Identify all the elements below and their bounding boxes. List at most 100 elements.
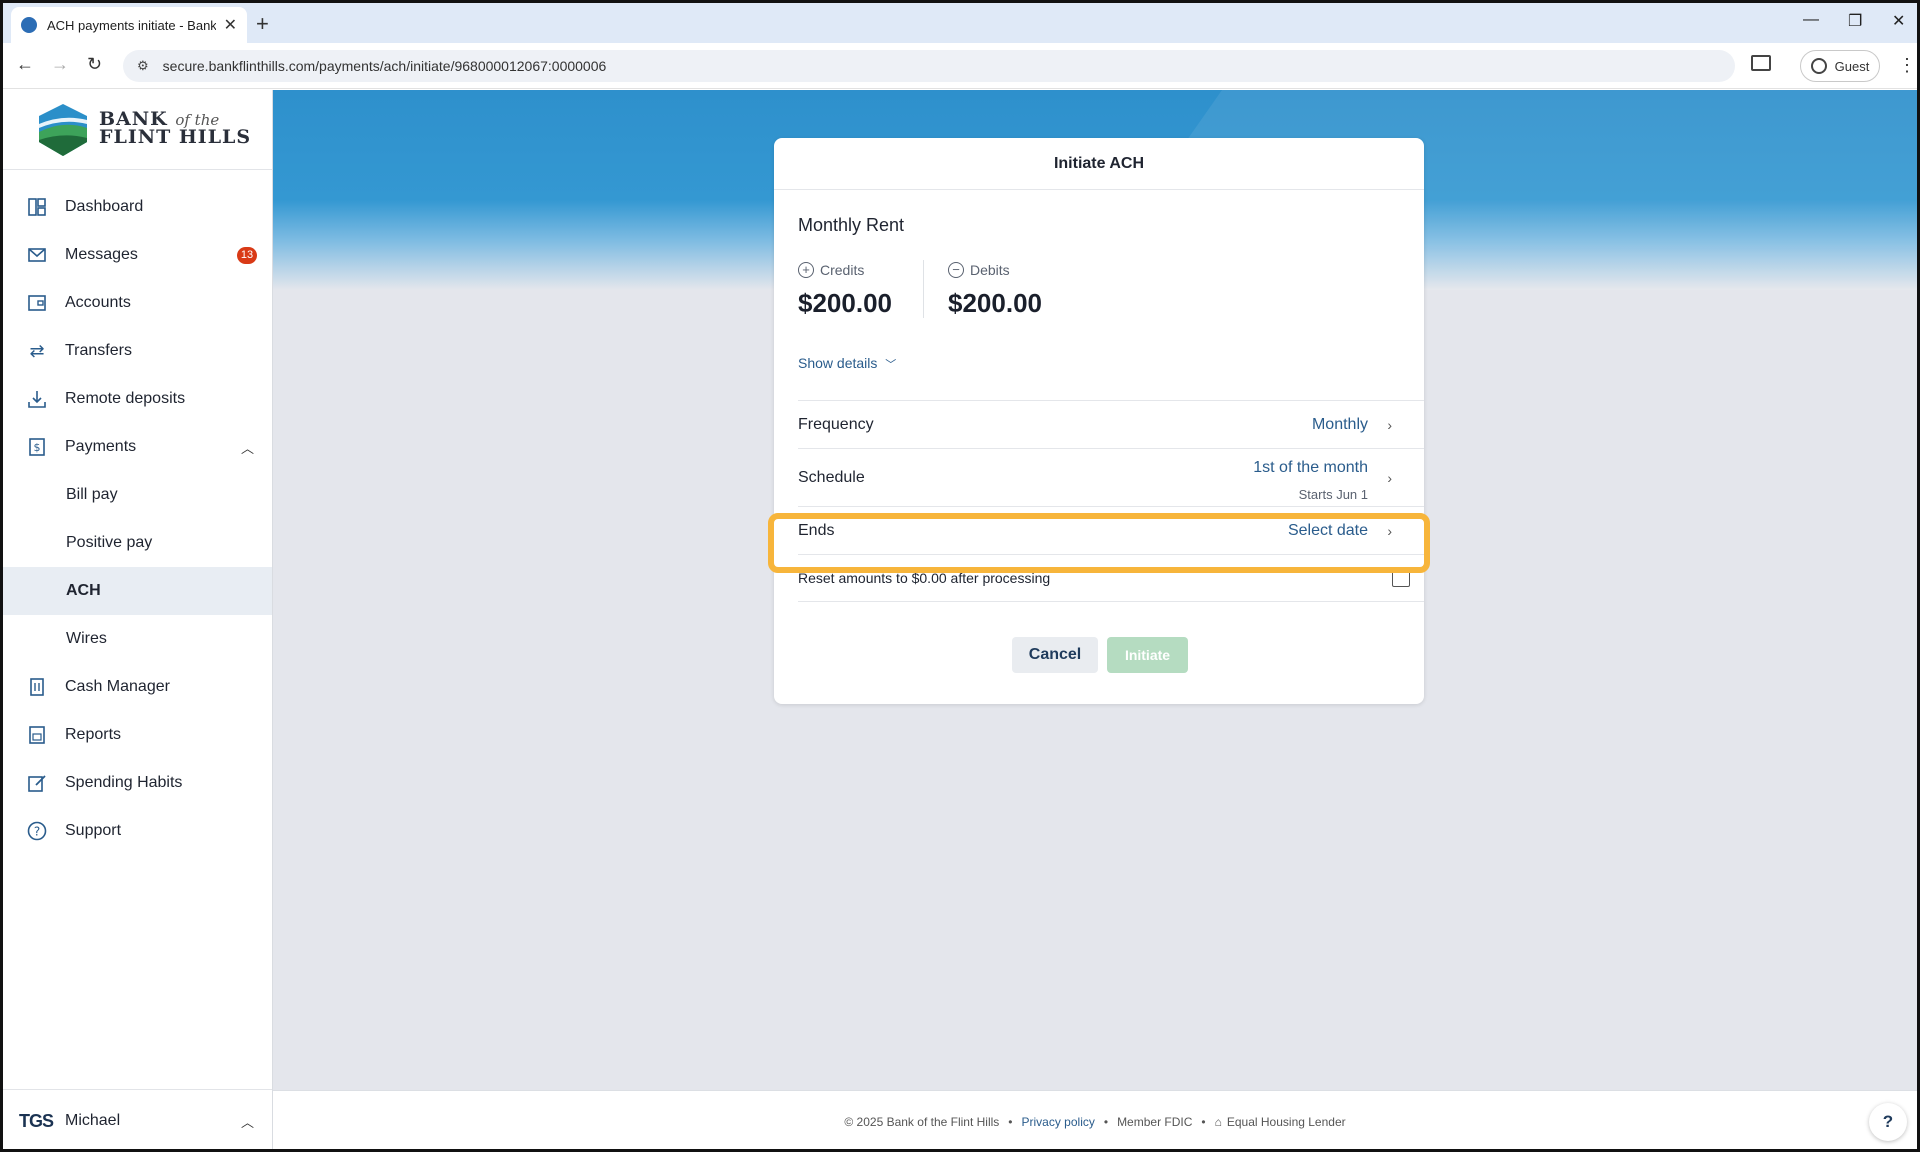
sidebar-item-reports[interactable]: Reports	[3, 711, 272, 759]
sidebar-item-label: Positive pay	[66, 534, 153, 551]
sidebar-item-spending-habits[interactable]: Spending Habits	[3, 759, 272, 807]
forward-icon[interactable]: →	[51, 54, 69, 75]
sidebar-item-label: Transfers	[65, 342, 132, 359]
main-content: Initiate ACH Monthly Rent + Credits $200.…	[273, 90, 1917, 1149]
frequency-label: Frequency	[798, 415, 874, 433]
mail-icon	[27, 245, 47, 265]
sidebar-item-label: Messages	[65, 246, 138, 263]
sidebar-item-label: Accounts	[65, 294, 131, 311]
sidebar-item-label: Cash Manager	[65, 678, 170, 695]
sidebar-item-label: ACH	[66, 582, 101, 599]
equal-housing-text: Equal Housing Lender	[1226, 1114, 1346, 1129]
minus-circle-icon: −	[948, 262, 964, 278]
chevron-up-icon[interactable]: ︿	[241, 438, 254, 457]
schedule-label: Schedule	[798, 468, 865, 486]
address-bar[interactable]: ⚙ secure.bankflinthills.com/payments/ach…	[123, 50, 1735, 82]
download-icon	[27, 389, 47, 409]
ends-row[interactable]: Ends Select date ›	[798, 506, 1424, 554]
frequency-row[interactable]: Frequency Monthly ›	[798, 400, 1424, 448]
browser-toolbar: ← → ↻ ⚙ secure.bankflinthills.com/paymen…	[3, 43, 1917, 89]
copyright-text: © 2025 Bank of the Flint Hills	[844, 1114, 1000, 1129]
help-button[interactable]: ?	[1869, 1103, 1907, 1141]
transfer-icon: ⇄	[29, 340, 45, 361]
user-name: Michael	[65, 1112, 121, 1129]
equal-housing-icon: ⌂	[1214, 1114, 1222, 1129]
initiate-ach-dialog: Initiate ACH Monthly Rent + Credits $200.…	[768, 138, 1430, 704]
unread-count-badge: 13	[237, 246, 257, 264]
dialog-title: Initiate ACH	[774, 138, 1424, 190]
sidebar-item-label: Wires	[66, 630, 107, 647]
cast-icon[interactable]	[1751, 55, 1771, 71]
chevron-right-icon: ›	[1387, 522, 1392, 539]
report-icon	[27, 725, 47, 745]
site-info-icon[interactable]: ⚙	[137, 58, 149, 74]
tab-title: ACH payments initiate - Bank of	[47, 17, 216, 33]
debits-value: $200.00	[948, 288, 1042, 318]
app-root: BANK of the FLINT HILLS Dashboard Messag…	[3, 90, 1917, 1149]
frequency-value: Monthly	[1311, 415, 1368, 433]
sidebar-item-bill-pay[interactable]: Bill pay	[3, 471, 272, 519]
profile-button[interactable]: Guest	[1800, 50, 1880, 82]
sidebar-item-support[interactable]: ? Support	[3, 807, 272, 855]
sidebar-item-cash-manager[interactable]: Cash Manager	[3, 663, 272, 711]
cancel-button[interactable]: Cancel	[1012, 637, 1098, 673]
sidebar-item-accounts[interactable]: Accounts	[3, 279, 272, 327]
sidebar: BANK of the FLINT HILLS Dashboard Messag…	[3, 90, 273, 1149]
building-icon	[27, 677, 47, 697]
wallet-icon	[27, 293, 47, 313]
sidebar-item-transfers[interactable]: ⇄ Transfers	[3, 327, 272, 375]
show-details-link[interactable]: Show details ﹀	[798, 355, 896, 372]
page-footer: © 2025 Bank of the Flint Hills • Privacy…	[273, 1090, 1917, 1149]
user-menu[interactable]: TGS Michael ︿	[3, 1089, 272, 1149]
svg-text:$: $	[34, 441, 41, 454]
profile-label: Guest	[1834, 58, 1870, 74]
reload-icon[interactable]: ↻	[87, 54, 102, 75]
close-window-icon[interactable]: ✕	[1892, 11, 1905, 31]
plus-circle-icon: +	[798, 262, 814, 278]
credits-value: $200.00	[798, 288, 892, 318]
schedule-value: 1st of the month	[1253, 459, 1368, 476]
chevron-down-icon: ﹀	[885, 359, 897, 371]
sidebar-item-label: Dashboard	[65, 198, 144, 215]
schedule-row[interactable]: Schedule 1st of the month Starts Jun 1 ›	[798, 448, 1424, 506]
initiate-button[interactable]: Initiate	[1107, 637, 1188, 673]
bank-logo-mark-icon	[39, 104, 87, 156]
sidebar-item-label: Reports	[65, 726, 122, 743]
sidebar-item-label: Spending Habits	[65, 774, 183, 791]
dashboard-icon	[27, 197, 47, 217]
sidebar-item-payments[interactable]: $ Payments ︿	[3, 423, 272, 471]
dollar-icon: $	[27, 437, 47, 457]
chevron-right-icon: ›	[1387, 469, 1392, 486]
chevron-up-icon[interactable]: ︿	[241, 1112, 254, 1131]
credits-summary: + Credits $200.00	[798, 262, 892, 319]
browser-tab[interactable]: ACH payments initiate - Bank of ✕	[11, 7, 247, 43]
reset-amounts-label: Reset amounts to $0.00 after processing	[798, 570, 1051, 586]
privacy-policy-link[interactable]: Privacy policy	[1022, 1115, 1095, 1129]
bank-logo[interactable]: BANK of the FLINT HILLS	[3, 90, 272, 170]
sidebar-item-wires[interactable]: Wires	[3, 615, 272, 663]
ends-label: Ends	[798, 521, 835, 539]
browser-menu-icon[interactable]: ⋮	[1898, 55, 1916, 76]
show-details-label: Show details	[798, 355, 878, 371]
debits-summary: − Debits $200.00	[948, 262, 1042, 319]
credits-label: Credits	[820, 262, 865, 278]
sidebar-item-remote-deposits[interactable]: Remote deposits	[3, 375, 272, 423]
back-icon[interactable]: ←	[16, 54, 34, 75]
chevron-right-icon: ›	[1387, 416, 1392, 433]
browser-window: ACH payments initiate - Bank of ✕ + — ❐ …	[0, 0, 1920, 1152]
restore-icon[interactable]: ❐	[1848, 11, 1862, 31]
sidebar-item-positive-pay[interactable]: Positive pay	[3, 519, 272, 567]
sidebar-item-dashboard[interactable]: Dashboard	[3, 183, 272, 231]
reset-amounts-checkbox[interactable]	[1392, 569, 1410, 587]
new-tab-icon[interactable]: +	[256, 11, 269, 37]
svg-text:?: ?	[34, 825, 40, 839]
minimize-icon[interactable]: —	[1803, 11, 1819, 29]
close-tab-icon[interactable]: ✕	[224, 15, 237, 35]
sidebar-item-messages[interactable]: Messages 13	[3, 231, 272, 279]
debits-label: Debits	[970, 262, 1010, 278]
logo-text-line2: FLINT HILLS	[99, 126, 252, 148]
divider	[923, 260, 924, 318]
sidebar-item-ach[interactable]: ACH	[3, 567, 272, 615]
payment-name: Monthly Rent	[798, 215, 905, 235]
ends-value: Select date	[1287, 521, 1368, 539]
